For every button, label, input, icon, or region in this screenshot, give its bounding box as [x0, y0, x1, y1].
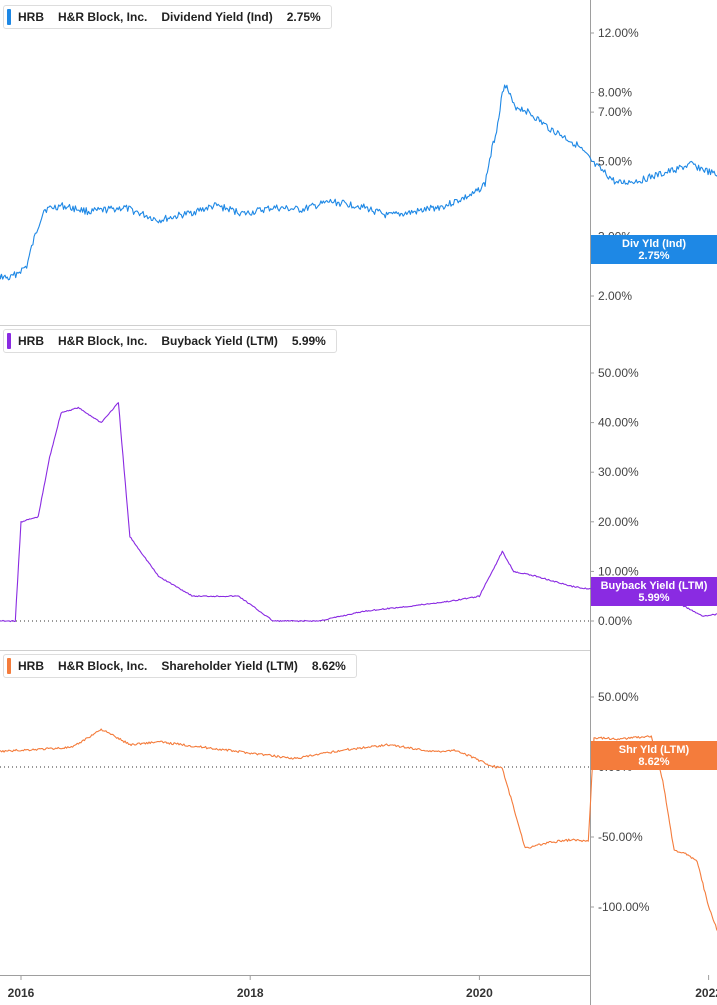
last-value-tag-shareholder: Shr Yld (LTM) 8.62%	[591, 741, 717, 770]
x-tick-label: 2018	[237, 986, 264, 1000]
y-tick-label: -100.00%	[598, 900, 650, 914]
x-tick-label: 2016	[8, 986, 35, 1000]
legend-buyback-yield: HRB H&R Block, Inc. Buyback Yield (LTM) …	[3, 329, 337, 353]
y-tick-label: 0.00%	[598, 614, 632, 628]
y-tick-label: 50.00%	[598, 690, 639, 704]
series-color-swatch	[7, 9, 11, 25]
y-tick-label: 8.00%	[598, 86, 632, 100]
legend-ticker: HRB	[18, 10, 44, 24]
legend-value: 8.62%	[311, 659, 346, 673]
chart-canvas: 12.00%8.00%7.00%5.00%3.00%2.00%50.00%40.…	[0, 0, 717, 1005]
legend-ticker: HRB	[18, 334, 44, 348]
last-value-tag-buyback: Buyback Yield (LTM) 5.99%	[591, 577, 717, 606]
tag-value: 2.75%	[638, 250, 670, 262]
y-tick-label: 5.00%	[598, 155, 632, 169]
tag-value: 5.99%	[638, 592, 670, 604]
y-tick-label: 12.00%	[598, 26, 639, 40]
tag-label: Div Yld (Ind)	[622, 238, 686, 250]
legend-metric: Dividend Yield (Ind)	[161, 10, 273, 24]
legend-company: H&R Block, Inc.	[58, 10, 148, 24]
legend-company: H&R Block, Inc.	[58, 334, 148, 348]
legend-value: 5.99%	[291, 334, 326, 348]
series-color-swatch	[7, 658, 11, 674]
y-tick-label: 50.00%	[598, 366, 639, 380]
legend-metric: Shareholder Yield (LTM)	[161, 659, 298, 673]
tag-label: Shr Yld (LTM)	[618, 744, 690, 756]
y-tick-label: 2.00%	[598, 289, 632, 303]
x-tick-label: 2020	[466, 986, 493, 1000]
legend-metric: Buyback Yield (LTM)	[161, 334, 278, 348]
last-value-tag-dividend: Div Yld (Ind) 2.75%	[591, 235, 717, 264]
x-tick-label: 2022	[695, 986, 717, 1000]
y-tick-label: 7.00%	[598, 105, 632, 119]
legend-value: 2.75%	[286, 10, 321, 24]
legend-dividend-yield: HRB H&R Block, Inc. Dividend Yield (Ind)…	[3, 5, 332, 29]
y-tick-label: 40.00%	[598, 416, 639, 430]
y-tick-label: -50.00%	[598, 830, 643, 844]
y-tick-label: 30.00%	[598, 465, 639, 479]
legend-shareholder-yield: HRB H&R Block, Inc. Shareholder Yield (L…	[3, 654, 357, 678]
y-tick-label: 20.00%	[598, 515, 639, 529]
legend-ticker: HRB	[18, 659, 44, 673]
legend-company: H&R Block, Inc.	[58, 659, 148, 673]
tag-label: Buyback Yield (LTM)	[600, 580, 708, 592]
tag-value: 8.62%	[638, 756, 670, 768]
series-color-swatch	[7, 333, 11, 349]
